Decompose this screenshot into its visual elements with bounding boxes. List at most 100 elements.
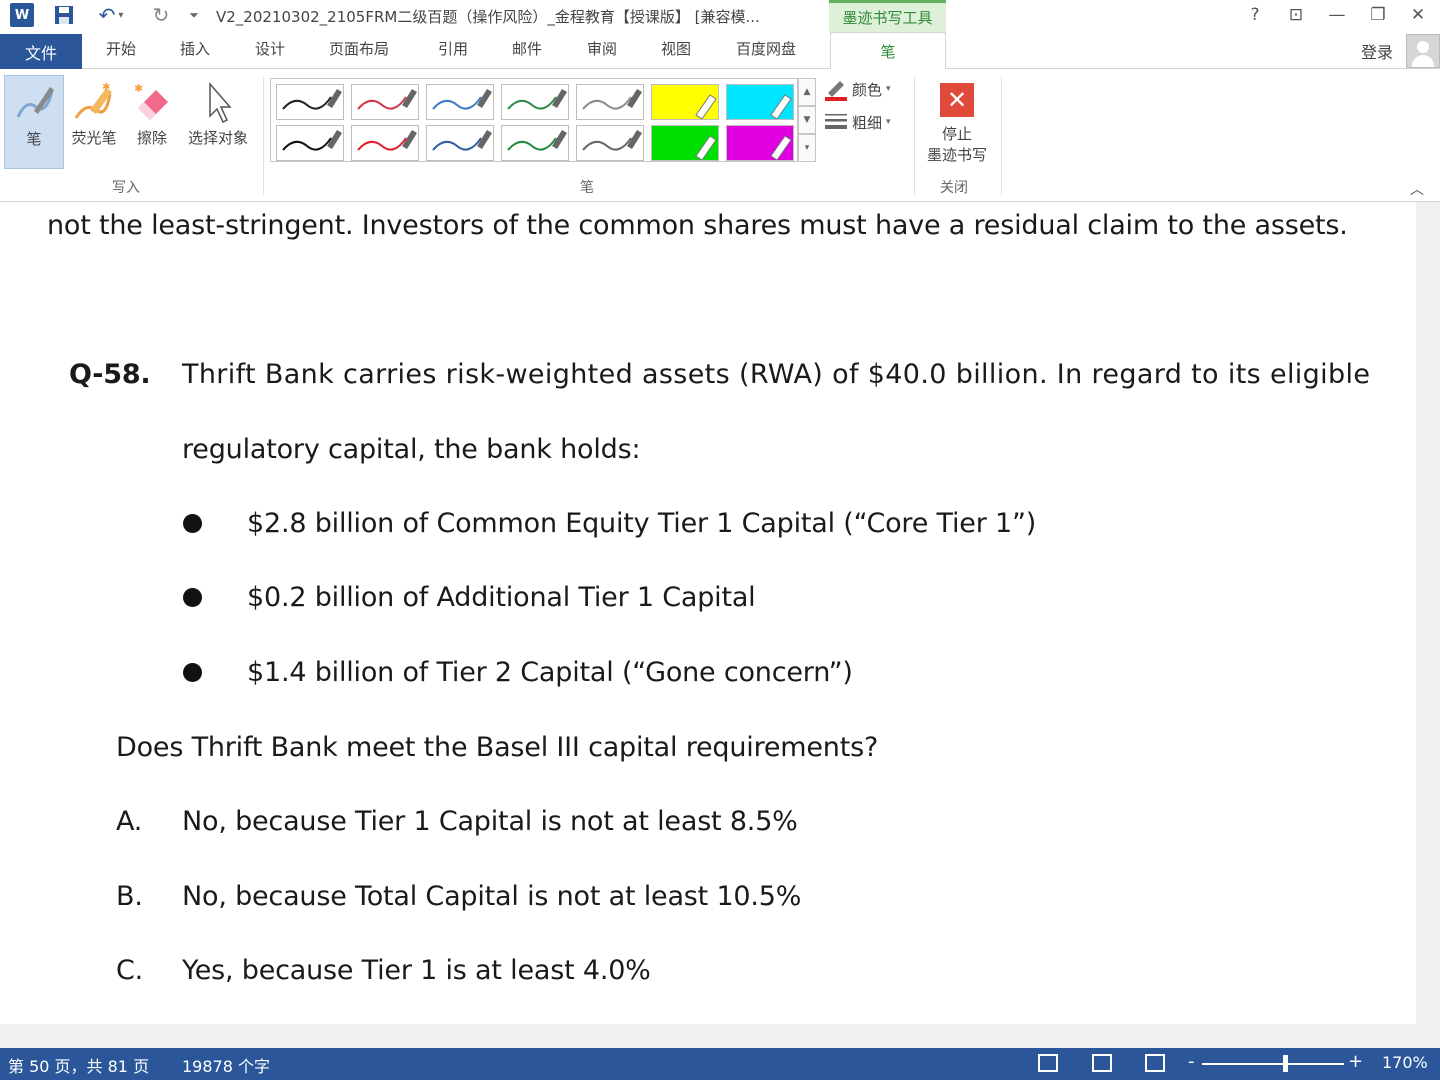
pen-color-button[interactable]: 颜色 ▾ xyxy=(824,77,891,101)
pen-style-swatch[interactable] xyxy=(726,84,794,120)
stop-inking-label-2: 墨迹书写 xyxy=(926,146,987,164)
pen-style-swatch[interactable] xyxy=(276,84,344,120)
tab-review[interactable]: 审阅 xyxy=(587,38,617,59)
tab-baidu-netdisk[interactable]: 百度网盘 xyxy=(736,38,796,59)
eraser-label: 擦除 xyxy=(136,129,167,147)
eraser-button[interactable]: ✱ 擦除 xyxy=(126,75,178,169)
minimize-button[interactable]: — xyxy=(1320,2,1354,28)
option-letter: B. xyxy=(116,881,143,912)
bullet-icon xyxy=(183,588,202,607)
pen-style-swatch[interactable] xyxy=(276,125,344,161)
ribbon-tabs: 文件 开始 插入 设计 页面布局 引用 邮件 审阅 视图 百度网盘 笔 登录 xyxy=(0,32,1440,70)
svg-text:✱: ✱ xyxy=(102,82,110,93)
option-letter: A. xyxy=(116,806,143,837)
pointer-icon xyxy=(192,77,244,127)
pen-button[interactable]: 笔 xyxy=(4,75,64,169)
line-thickness-icon xyxy=(825,114,847,129)
tab-file[interactable]: 文件 xyxy=(0,34,82,69)
question-number: Q-58. xyxy=(69,359,151,390)
paragraph-text: not the least-stringent. Investors of th… xyxy=(47,210,1348,241)
zoom-level[interactable]: 170% xyxy=(1382,1053,1428,1072)
pen-styles-gallery xyxy=(270,78,798,162)
read-mode-icon[interactable] xyxy=(1038,1054,1058,1072)
pen-style-swatch[interactable] xyxy=(426,84,494,120)
save-icon[interactable] xyxy=(52,3,76,27)
pen-style-swatch[interactable] xyxy=(351,125,419,161)
undo-icon[interactable]: ↶ ▾ xyxy=(92,3,130,27)
list-item: $0.2 billion of Additional Tier 1 Capita… xyxy=(247,582,756,613)
pen-thickness-label: 粗细 xyxy=(852,113,883,132)
web-layout-icon[interactable] xyxy=(1145,1054,1165,1072)
pen-thickness-button[interactable]: 粗细 ▾ xyxy=(824,110,891,134)
pen-style-swatch[interactable] xyxy=(501,125,569,161)
page-bottom-margin xyxy=(0,1024,1440,1048)
pen-style-swatch[interactable] xyxy=(726,125,794,161)
highlighter-icon: ✱ xyxy=(68,77,120,127)
tab-references[interactable]: 引用 xyxy=(438,38,468,59)
pen-icon xyxy=(8,78,60,128)
highlighter-button[interactable]: ✱ 荧光笔 xyxy=(66,75,122,169)
close-group-label: 关闭 xyxy=(940,180,968,196)
write-group-label: 写入 xyxy=(112,180,140,196)
pen-style-swatch[interactable] xyxy=(576,84,644,120)
close-button[interactable]: ✕ xyxy=(1401,2,1435,28)
document-title: V2_20210302_2105FRM二级百题（操作风险）_金程教育【授课版】 … xyxy=(216,8,760,26)
tab-pen[interactable]: 笔 xyxy=(830,32,946,70)
word-count[interactable]: 19878 个字 xyxy=(182,1053,270,1077)
highlighter-label: 荧光笔 xyxy=(71,129,117,147)
vertical-scrollbar[interactable] xyxy=(1416,202,1440,1024)
pen-style-swatch[interactable] xyxy=(651,125,719,161)
ink-tools-context-label: 墨迹书写工具 xyxy=(829,0,946,32)
user-avatar-icon[interactable] xyxy=(1406,34,1440,68)
group-divider xyxy=(263,77,264,195)
collapse-ribbon-icon[interactable]: ︿ xyxy=(1410,179,1424,199)
question-prompt: Does Thrift Bank meet the Basel III capi… xyxy=(116,732,879,763)
help-button[interactable]: ? xyxy=(1238,2,1272,28)
print-layout-icon[interactable] xyxy=(1092,1054,1112,1072)
tab-design[interactable]: 设计 xyxy=(255,38,285,59)
sign-in-link[interactable]: 登录 xyxy=(1361,39,1393,63)
pen-label: 笔 xyxy=(26,130,42,148)
pen-style-swatch[interactable] xyxy=(651,84,719,120)
page-count[interactable]: 第 50 页，共 81 页 xyxy=(8,1053,149,1077)
option-text: No, because Tier 1 Capital is not at lea… xyxy=(182,806,798,837)
ribbon-display-options-button[interactable]: ⊡ xyxy=(1279,2,1313,28)
pen-style-swatch[interactable] xyxy=(501,84,569,120)
zoom-out-button[interactable]: - xyxy=(1188,1051,1195,1072)
gallery-scroll-up-icon[interactable]: ▲ xyxy=(798,78,816,106)
tab-view[interactable]: 视图 xyxy=(661,38,691,59)
stop-inking-button[interactable]: ✕ 停止 墨迹书写 xyxy=(918,83,996,166)
option-text: No, because Total Capital is not at leas… xyxy=(182,881,802,912)
status-bar: 第 50 页，共 81 页 19878 个字 - + 170% xyxy=(0,1048,1440,1080)
pen-style-swatch[interactable] xyxy=(576,125,644,161)
redo-icon[interactable]: ↻ xyxy=(148,3,174,27)
pens-group-label: 笔 xyxy=(580,180,594,196)
pen-color-label: 颜色 xyxy=(852,80,883,99)
pen-style-swatch[interactable] xyxy=(426,125,494,161)
gallery-scroll-down-icon[interactable]: ▼ xyxy=(798,106,816,134)
tab-home[interactable]: 开始 xyxy=(106,38,136,59)
question-text-line-1: Thrift Bank carries risk-weighted assets… xyxy=(182,359,1371,390)
list-item: $1.4 billion of Tier 2 Capital (“Gone co… xyxy=(247,657,853,688)
document-page[interactable]: not the least-stringent. Investors of th… xyxy=(0,202,1416,1024)
group-divider xyxy=(1001,77,1002,195)
restore-button[interactable]: ❐ xyxy=(1361,2,1395,28)
group-divider xyxy=(914,77,915,195)
zoom-slider[interactable] xyxy=(1202,1063,1344,1065)
ribbon-pen: 笔 ✱ 荧光笔 ✱ 擦除 选择对象 写入 ▲ ▼ ▾ 颜色 ▾ 粗细 ▾ 笔 ✕ xyxy=(0,69,1440,202)
customize-quick-access-icon[interactable]: ⏷ xyxy=(184,3,204,27)
tab-page-layout[interactable]: 页面布局 xyxy=(329,38,389,59)
select-objects-button[interactable]: 选择对象 xyxy=(180,75,256,169)
pen-style-swatch[interactable] xyxy=(351,84,419,120)
stop-inking-label-1: 停止 xyxy=(941,125,972,143)
zoom-in-button[interactable]: + xyxy=(1348,1051,1363,1072)
word-logo-icon[interactable]: W xyxy=(10,3,34,27)
title-bar: W ↶ ▾ ↻ ⏷ V2_20210302_2105FRM二级百题（操作风险）_金… xyxy=(0,0,1440,32)
tab-insert[interactable]: 插入 xyxy=(180,38,210,59)
bullet-icon xyxy=(183,663,202,682)
list-item: $2.8 billion of Common Equity Tier 1 Cap… xyxy=(247,508,1037,539)
tab-mailings[interactable]: 邮件 xyxy=(512,38,542,59)
gallery-expand-icon[interactable]: ▾ xyxy=(798,134,816,162)
zoom-slider-thumb[interactable] xyxy=(1283,1055,1288,1072)
bullet-icon xyxy=(183,514,202,533)
